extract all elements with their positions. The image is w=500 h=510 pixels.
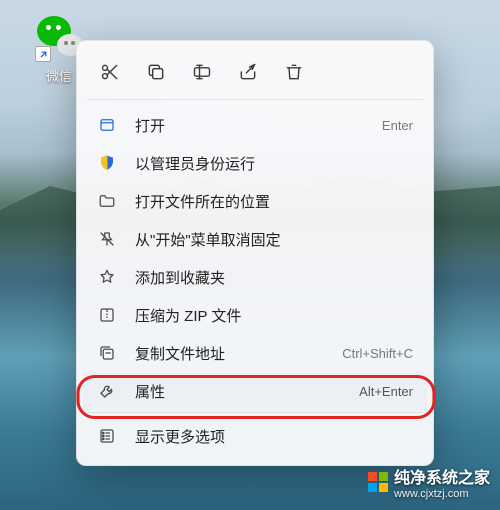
menu-item-label: 压缩为 ZIP 文件 bbox=[135, 305, 413, 326]
menu-item-open-location[interactable]: 打开文件所在的位置 bbox=[83, 182, 427, 220]
shortcut-overlay-icon bbox=[35, 46, 51, 62]
menu-item-label: 添加到收藏夹 bbox=[135, 267, 413, 288]
share-icon bbox=[238, 62, 258, 82]
star-icon bbox=[97, 267, 117, 287]
delete-button[interactable] bbox=[271, 53, 317, 91]
copy-button[interactable] bbox=[133, 53, 179, 91]
menu-item-label: 显示更多选项 bbox=[135, 426, 413, 447]
menu-item-add-favorites[interactable]: 添加到收藏夹 bbox=[83, 258, 427, 296]
zip-icon bbox=[97, 305, 117, 325]
cut-icon bbox=[100, 62, 120, 82]
watermark-title: 纯净系统之家 bbox=[394, 464, 490, 488]
menu-item-label: 从"开始"菜单取消固定 bbox=[135, 229, 413, 250]
copy-path-icon bbox=[97, 343, 117, 363]
menu-item-unpin-start[interactable]: 从"开始"菜单取消固定 bbox=[83, 220, 427, 258]
share-button[interactable] bbox=[225, 53, 271, 91]
menu-separator bbox=[87, 99, 423, 100]
copy-icon bbox=[146, 62, 166, 82]
context-menu-toolbar bbox=[83, 49, 427, 97]
menu-item-shortcut: Enter bbox=[382, 118, 413, 133]
menu-item-open[interactable]: 打开 Enter bbox=[83, 106, 427, 144]
menu-item-run-as-admin[interactable]: 以管理员身份运行 bbox=[83, 144, 427, 182]
more-icon bbox=[97, 426, 117, 446]
menu-item-compress-zip[interactable]: 压缩为 ZIP 文件 bbox=[83, 296, 427, 334]
menu-item-shortcut: Ctrl+Shift+C bbox=[342, 346, 413, 361]
menu-item-label: 打开 bbox=[135, 115, 372, 136]
rename-button[interactable] bbox=[179, 53, 225, 91]
menu-item-label: 以管理员身份运行 bbox=[135, 153, 413, 174]
menu-item-copy-path[interactable]: 复制文件地址 Ctrl+Shift+C bbox=[83, 334, 427, 372]
cut-button[interactable] bbox=[87, 53, 133, 91]
menu-item-label: 打开文件所在的位置 bbox=[135, 191, 413, 212]
watermark-url: www.cjxtzj.com bbox=[394, 488, 490, 500]
open-icon bbox=[97, 115, 117, 135]
folder-icon bbox=[97, 191, 117, 211]
annotation-highlight bbox=[76, 375, 436, 419]
menu-item-show-more[interactable]: 显示更多选项 bbox=[83, 417, 427, 455]
menu-item-label: 复制文件地址 bbox=[135, 343, 332, 364]
windows-logo-icon bbox=[368, 472, 388, 492]
delete-icon bbox=[284, 62, 304, 82]
unpin-icon bbox=[97, 229, 117, 249]
watermark-text: 纯净系统之家 www.cjxtzj.com bbox=[394, 464, 490, 500]
shield-icon bbox=[97, 153, 117, 173]
watermark: 纯净系统之家 www.cjxtzj.com bbox=[368, 464, 490, 500]
rename-icon bbox=[192, 62, 212, 82]
